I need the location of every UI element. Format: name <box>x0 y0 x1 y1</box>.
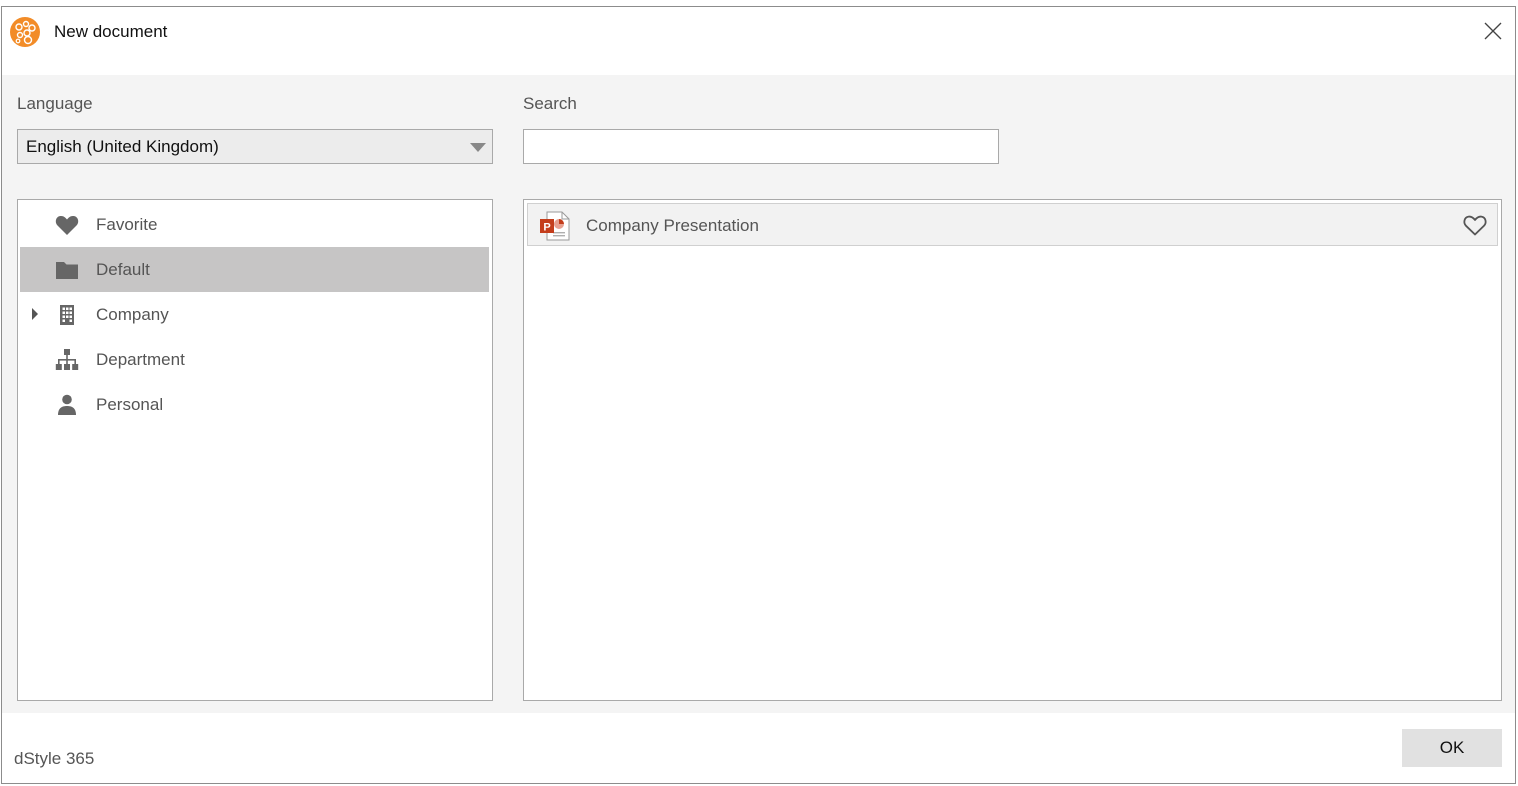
chevron-down-icon <box>470 143 486 152</box>
app-logo-icon <box>10 17 40 47</box>
language-label: Language <box>17 94 93 113</box>
svg-text:P: P <box>543 222 550 234</box>
product-name: dStyle 365 <box>14 749 95 768</box>
document-list: P Company Presentation <box>523 199 1502 701</box>
org-chart-icon <box>54 347 80 373</box>
folder-icon <box>54 257 80 283</box>
language-dropdown[interactable]: English (United Kingdom) <box>17 129 493 164</box>
tree-item-favorite[interactable]: Favorite <box>20 202 489 247</box>
tree-item-default[interactable]: Default <box>20 247 489 292</box>
tree-item-label: Department <box>96 350 185 369</box>
close-icon <box>1484 22 1502 40</box>
language-selected-value: English (United Kingdom) <box>26 137 219 156</box>
new-document-dialog: New document Language English (United Ki… <box>1 6 1516 784</box>
powerpoint-icon: P <box>539 211 571 241</box>
search-label: Search <box>523 94 577 113</box>
category-tree: Favorite Default Company Department Pers… <box>17 199 493 701</box>
ok-button[interactable]: OK <box>1402 729 1502 767</box>
building-icon <box>54 302 80 328</box>
tree-item-label: Default <box>96 260 150 279</box>
heart-icon <box>54 212 80 238</box>
title-bar: New document <box>2 7 1515 75</box>
document-name: Company Presentation <box>586 216 759 235</box>
person-icon <box>54 392 80 418</box>
search-input[interactable] <box>523 129 999 164</box>
tree-item-label: Company <box>96 305 169 324</box>
tree-item-personal[interactable]: Personal <box>20 382 489 427</box>
heart-outline-icon <box>1463 215 1487 236</box>
favorite-toggle[interactable] <box>1462 213 1488 237</box>
close-button[interactable] <box>1481 19 1505 43</box>
dialog-footer: dStyle 365 OK <box>2 713 1515 783</box>
expand-arrow-icon[interactable] <box>32 308 38 320</box>
tree-item-department[interactable]: Department <box>20 337 489 382</box>
tree-item-label: Favorite <box>96 215 158 234</box>
window-title: New document <box>54 22 168 41</box>
tree-item-company[interactable]: Company <box>20 292 489 337</box>
list-item[interactable]: P Company Presentation <box>527 203 1498 246</box>
tree-item-label: Personal <box>96 395 164 414</box>
